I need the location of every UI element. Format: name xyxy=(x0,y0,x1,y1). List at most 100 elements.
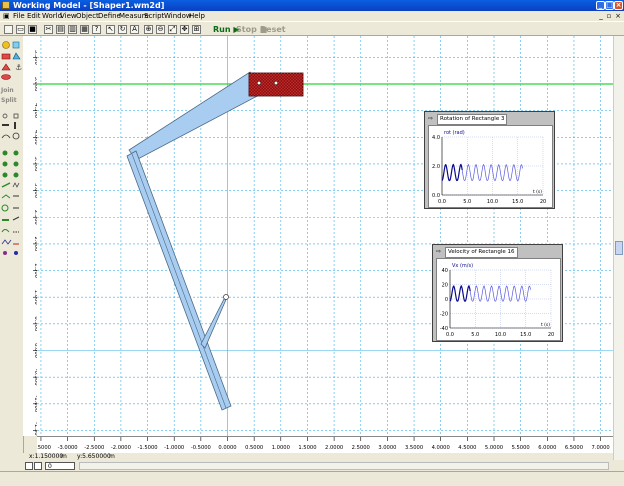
horizontal-ruler: -3.5000 -3.0000 -2.5000 -2.0000 -1.5000 -1.00… xyxy=(31,436,613,454)
print-icon[interactable]: ▦ xyxy=(80,25,89,34)
curved-polygon-tool-icon[interactable] xyxy=(1,63,11,71)
play-icon[interactable] xyxy=(34,462,42,470)
polygon-tool-icon[interactable] xyxy=(12,52,21,60)
cut-icon[interactable]: ✂ xyxy=(44,25,53,34)
damper-tool-icon[interactable] xyxy=(1,194,11,199)
menu-edit[interactable]: Edit xyxy=(27,12,41,20)
data-trace xyxy=(461,164,523,181)
save-icon[interactable]: ■ xyxy=(28,25,37,34)
x-ruler-label: -2.5000 xyxy=(84,445,104,451)
reset-button[interactable]: Reset xyxy=(260,24,286,35)
motor-tool-icon[interactable] xyxy=(3,251,7,255)
menu-script[interactable]: Script xyxy=(144,12,164,20)
new-file-icon[interactable] xyxy=(4,25,13,34)
graph-window-rotation[interactable]: ⇨ Rotation of Rectangle 3 4.0 2.0 0.0 0.0 5.… xyxy=(424,111,555,209)
join-button[interactable]: Join xyxy=(1,87,22,94)
slot-joint-tool-icon[interactable] xyxy=(13,161,19,167)
graph-plot-area: 40 20 0 -20 -40 0.0 5.0 10.0 15.0 20 Vx (m/s) t (s) xyxy=(436,258,561,341)
title-bar: Working Model - [Shaper1.wm2d] _ □ × xyxy=(0,0,624,11)
pan-tool-icon[interactable]: ✥ xyxy=(180,25,189,34)
tape-scrollbar[interactable] xyxy=(79,462,609,470)
mdi-restore-icon[interactable]: ▫ xyxy=(605,12,613,20)
x-ruler-label: -1.5000 xyxy=(138,445,158,451)
linear-actuator-tool-icon[interactable] xyxy=(1,239,12,245)
ellipse-tool-icon[interactable] xyxy=(1,74,11,80)
crank-pivot-icon[interactable] xyxy=(223,294,229,300)
point-tool-icon[interactable] xyxy=(2,113,8,119)
close-icon[interactable]: × xyxy=(614,1,623,10)
curved-joint-tool-icon[interactable] xyxy=(2,172,8,178)
open-folder-icon[interactable]: ▭ xyxy=(16,25,25,34)
gear-joint-tool-icon[interactable] xyxy=(13,172,19,178)
app-icon xyxy=(2,1,10,9)
menu-app-icon[interactable]: ▣ xyxy=(3,12,10,20)
graph-window-velocity[interactable]: ⇨ Velocity of Rectangle 16 40 20 0 -20 -40 0.… xyxy=(432,244,563,342)
workspace-canvas[interactable]: ⇨ Rotation of Rectangle 3 4.0 2.0 0.0 0.0 5.… xyxy=(37,36,613,436)
rope-tool-icon[interactable] xyxy=(1,182,11,188)
y-coordinate: y:5.650000 xyxy=(77,453,111,460)
frame-counter[interactable]: 0 xyxy=(45,462,75,470)
y-tick-label: 20 xyxy=(442,283,448,289)
pin-joint-tool-icon[interactable] xyxy=(12,132,20,140)
series-label: Vx (m/s) xyxy=(452,263,473,269)
crank-link[interactable] xyxy=(200,294,229,349)
square-tool-icon[interactable] xyxy=(12,41,20,49)
menu-object[interactable]: Object xyxy=(76,12,99,20)
curved-slot-tool-icon[interactable] xyxy=(1,134,11,139)
text-tool-icon[interactable]: A xyxy=(130,25,139,34)
slot-tool-icon[interactable] xyxy=(2,124,9,126)
x-ruler-label: 2.5000 xyxy=(352,445,370,451)
y-tick-label: 2.0 xyxy=(432,164,440,170)
ram-pin-icon[interactable] xyxy=(256,80,262,86)
window-title: Working Model - [Shaper1.wm2d] xyxy=(13,1,165,10)
maximize-icon[interactable]: □ xyxy=(605,1,614,10)
help-icon[interactable]: ? xyxy=(92,25,101,34)
gears-tool-icon[interactable] xyxy=(14,251,18,255)
paste-icon[interactable]: ▥ xyxy=(68,25,77,34)
zoom-out-icon[interactable]: ⊖ xyxy=(156,25,165,34)
x-tick-label: 20 xyxy=(540,199,546,205)
x-ruler-label: 4.5000 xyxy=(458,445,476,451)
pointer-tool-icon[interactable]: ↖ xyxy=(106,25,115,34)
keyed-joint-tool-icon[interactable] xyxy=(2,161,8,167)
spring-tool-icon[interactable] xyxy=(12,182,20,188)
step-back-icon[interactable] xyxy=(25,462,33,470)
rotate-tool-icon[interactable]: ↻ xyxy=(118,25,127,34)
y-tick-label: -20 xyxy=(440,312,448,318)
track-icon[interactable]: ⊞ xyxy=(192,25,201,34)
x-ruler-label: 7.0000 xyxy=(592,445,610,451)
minimize-icon[interactable]: _ xyxy=(596,1,605,10)
copy-icon[interactable]: ▤ xyxy=(56,25,65,34)
mdi-minimize-icon[interactable]: _ xyxy=(597,12,605,20)
menu-file[interactable]: File xyxy=(13,12,25,20)
zoom-in-icon[interactable]: ⊕ xyxy=(144,25,153,34)
motor-joint-tool-icon[interactable] xyxy=(13,150,19,156)
vertical-slot-tool-icon[interactable] xyxy=(14,122,16,129)
graph-menu-icon[interactable]: ⇨ xyxy=(436,248,444,255)
circle-tool-icon[interactable] xyxy=(2,41,10,49)
rotational-spring-tool-icon[interactable] xyxy=(1,204,9,212)
anchor-tool-icon[interactable]: ⚓ xyxy=(15,63,22,72)
graph-plot-area: 4.0 2.0 0.0 0.0 5.0 10.0 15.0 20 rot (rad) t (s) xyxy=(428,125,553,208)
y-tick-label: 40 xyxy=(442,268,448,274)
vertical-scroll-thumb[interactable] xyxy=(615,241,623,255)
square-point-tool-icon[interactable] xyxy=(13,113,19,119)
y-unit: m xyxy=(109,453,115,460)
rigid-joint-tool-icon[interactable] xyxy=(2,150,8,156)
menu-define[interactable]: Define xyxy=(98,12,121,20)
menu-window[interactable]: Window xyxy=(164,12,192,20)
ram-pin-icon[interactable] xyxy=(273,80,279,86)
rocker-link[interactable] xyxy=(128,71,264,161)
graph-menu-icon[interactable]: ⇨ xyxy=(428,115,436,122)
mdi-close-icon[interactable]: × xyxy=(614,12,622,20)
x-tick-label: 5.0 xyxy=(471,332,479,338)
torque-tool-icon[interactable] xyxy=(1,229,10,233)
vertical-scrollbar[interactable] xyxy=(613,36,624,460)
x-ruler-label: 3.0000 xyxy=(378,445,396,451)
rectangle-tool-icon[interactable] xyxy=(1,53,11,60)
split-button[interactable]: Split xyxy=(1,97,22,104)
force-tool-icon[interactable] xyxy=(12,216,20,221)
menu-help[interactable]: Help xyxy=(189,12,205,20)
menu-view[interactable]: View xyxy=(60,12,77,20)
zoom-fit-icon[interactable]: ⤢ xyxy=(168,25,177,34)
